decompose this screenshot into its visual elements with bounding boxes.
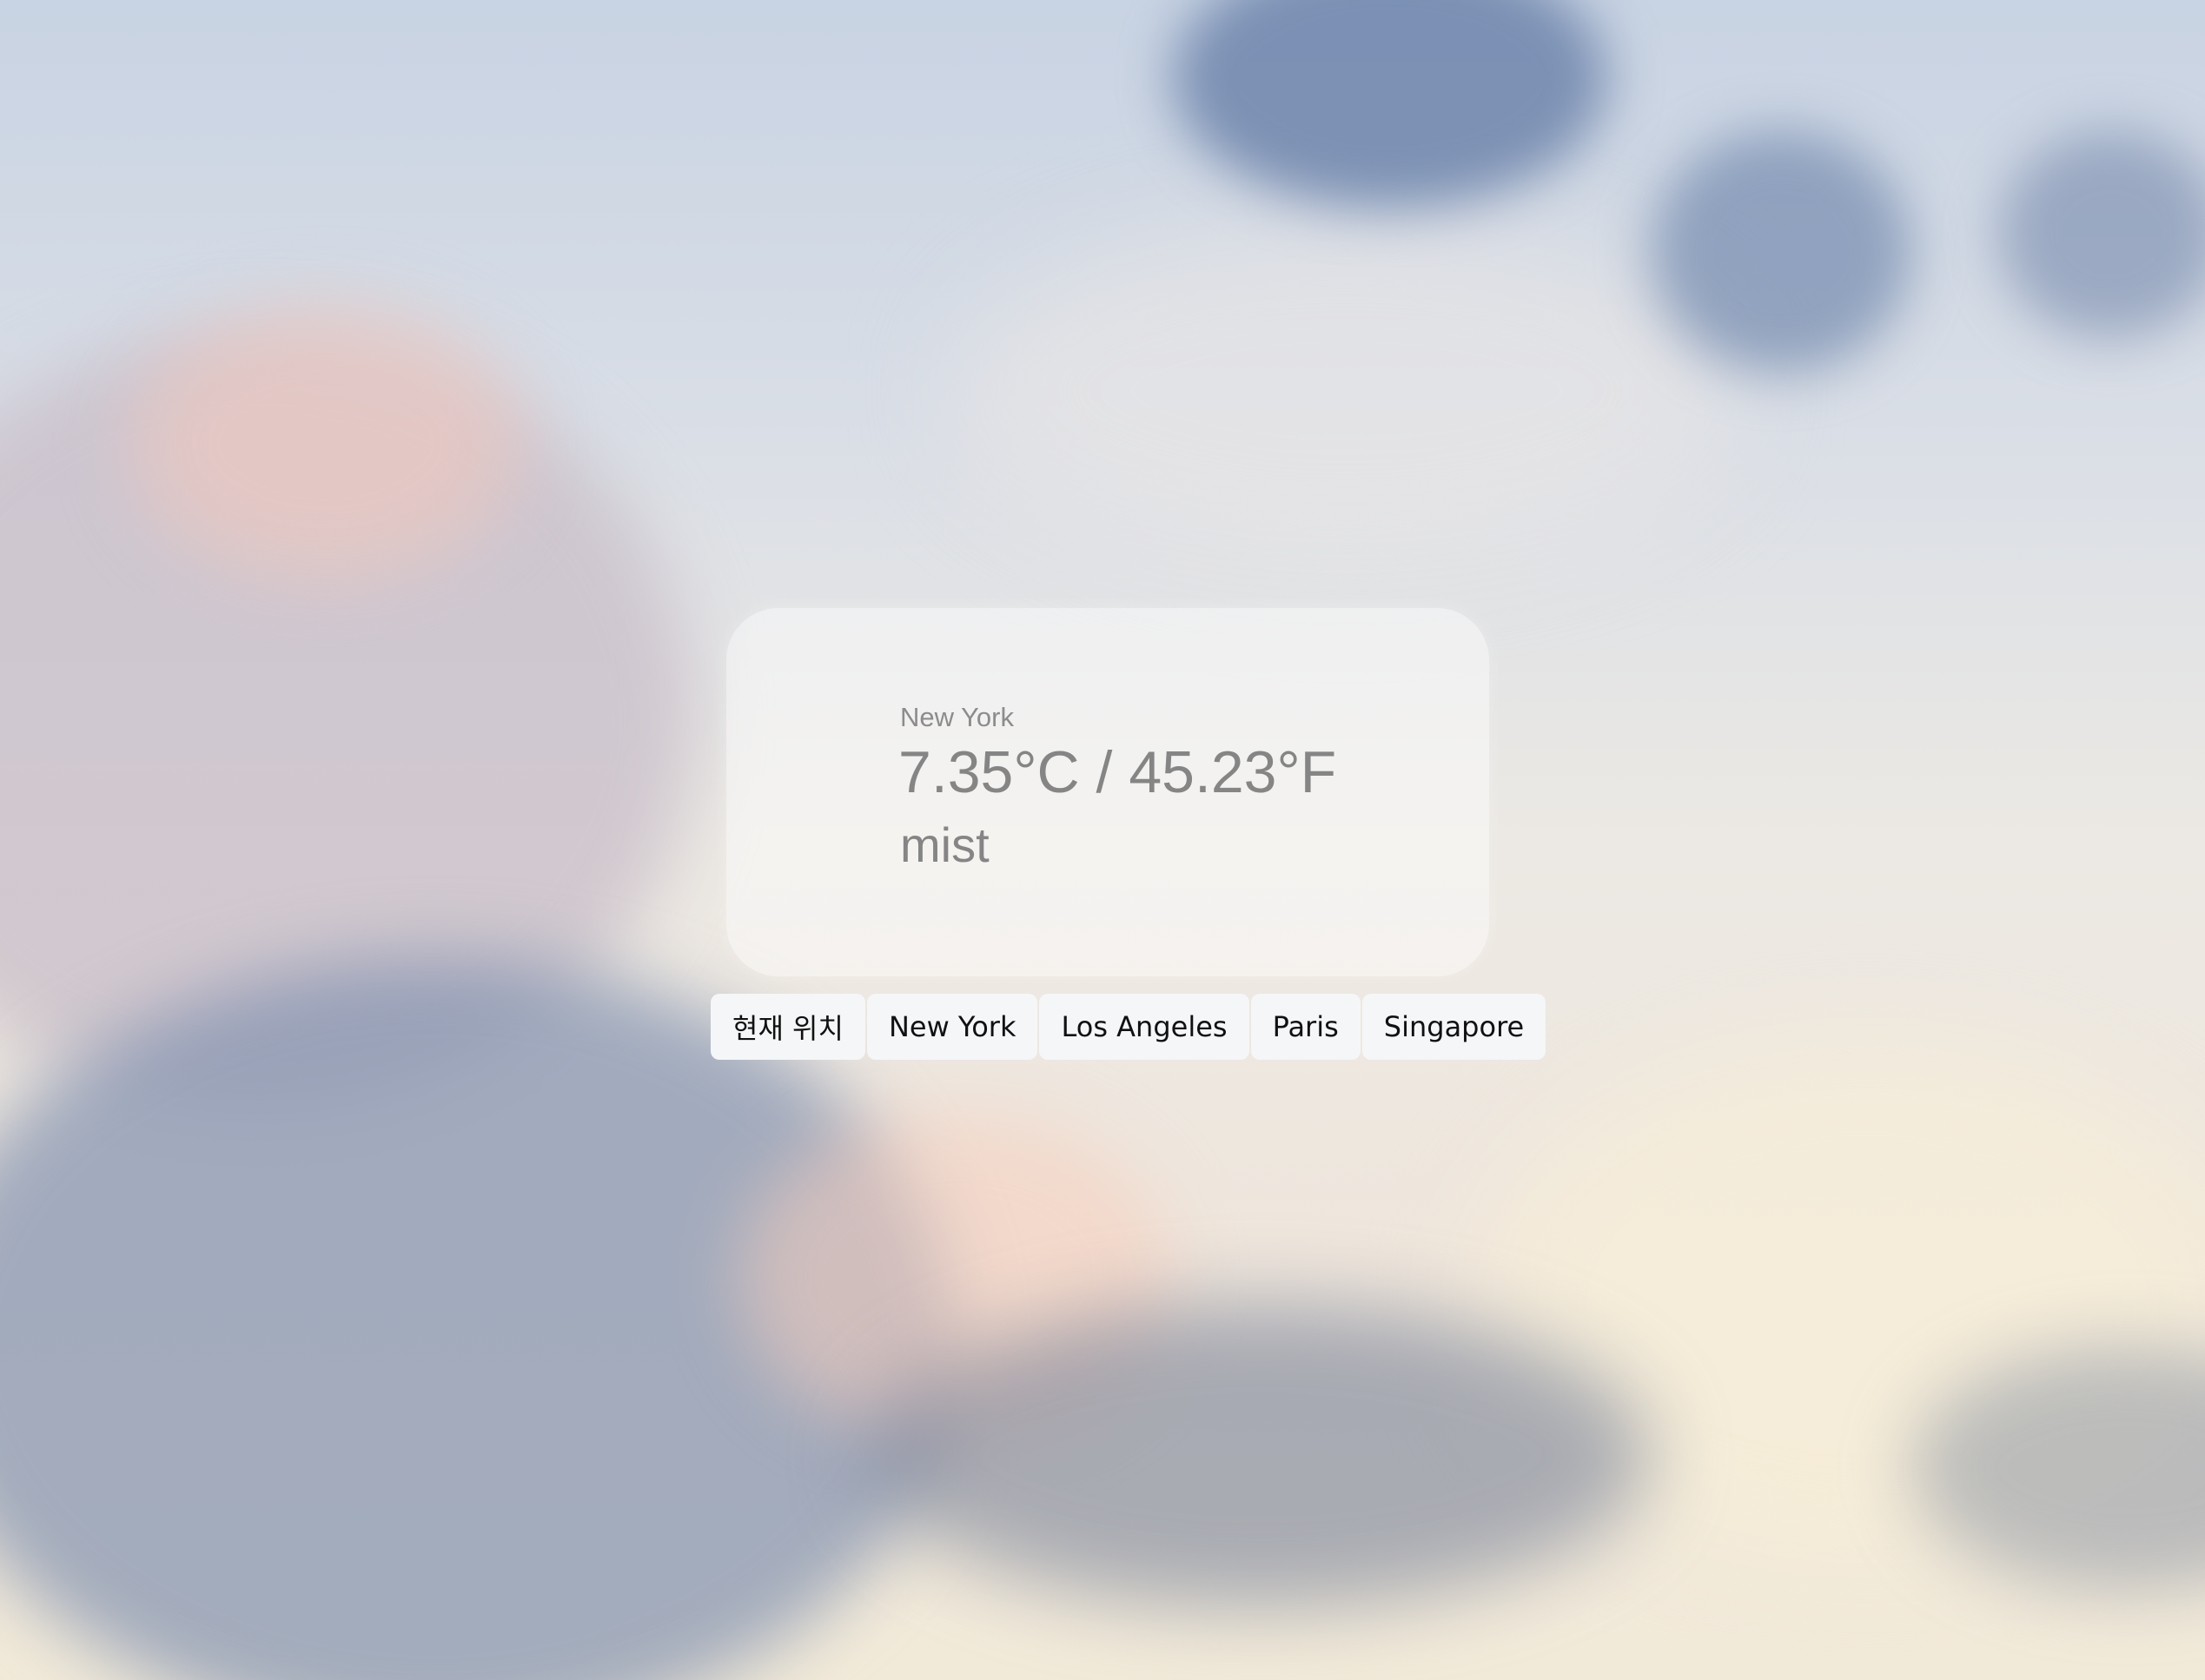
current-location-button[interactable]: 현재 위치 <box>711 994 865 1060</box>
weather-card: New York 7.35°C / 45.23°F mist <box>726 608 1489 976</box>
paris-button[interactable]: Paris <box>1250 994 1361 1060</box>
cloud-decoration <box>1173 0 1607 208</box>
cloud-decoration <box>869 1303 1651 1607</box>
app-background: New York 7.35°C / 45.23°F mist 현재 위치 New… <box>0 0 2205 1680</box>
cloud-decoration <box>1998 130 2205 339</box>
singapore-button[interactable]: Singapore <box>1361 994 1546 1060</box>
cloud-decoration <box>956 217 1738 565</box>
temperature-reading: 7.35°C / 45.23°F <box>898 739 1337 805</box>
location-button-group: 현재 위치 New York Los Angeles Paris Singapo… <box>711 994 1546 1060</box>
city-name: New York <box>900 702 1014 732</box>
los-angeles-button[interactable]: Los Angeles <box>1039 994 1249 1060</box>
cloud-decoration <box>1651 130 1911 374</box>
weather-description: mist <box>900 817 990 872</box>
new-york-button[interactable]: New York <box>866 994 1038 1060</box>
cloud-decoration <box>130 304 521 582</box>
